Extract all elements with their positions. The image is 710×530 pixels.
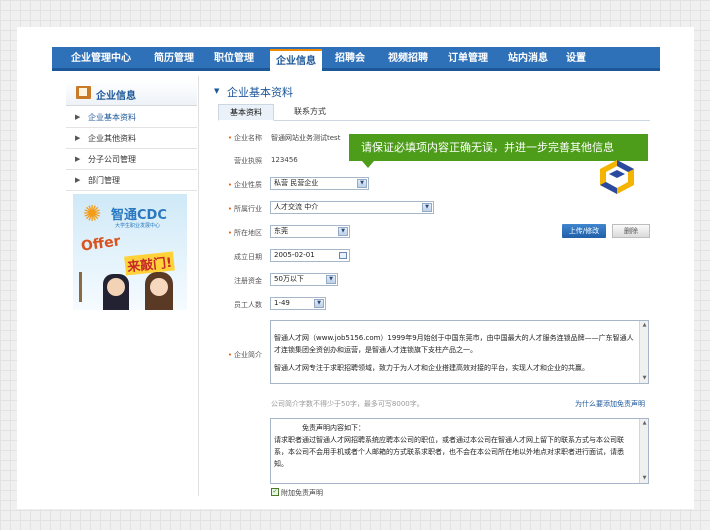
nav-orders[interactable]: 订单管理 — [442, 47, 494, 71]
section-title: 企业基本资料 — [227, 86, 293, 99]
chevron-down-icon: ▼ — [326, 275, 336, 284]
book-icon — [76, 86, 91, 99]
sidebar-item-basic[interactable]: ▶ 企业基本资料 — [66, 107, 197, 128]
nav-settings[interactable]: 设置 — [558, 47, 594, 71]
disclaimer-title: 免责声明内容如下： — [302, 424, 365, 432]
label-founded: 成立日期 — [234, 253, 262, 261]
chevron-down-icon: ▼ — [338, 227, 348, 236]
disclaimer-scrollbar[interactable]: ▲ ▼ — [639, 419, 648, 483]
intro-paragraph-1: 智通人才网（www.job5156.com）1999年9月始创于中国东莞市，由中… — [274, 334, 634, 354]
capital-select[interactable]: 50万以下 ▼ — [270, 273, 338, 286]
nature-select[interactable]: 私营 民营企业 ▼ — [270, 177, 369, 190]
tab-basic-info[interactable]: 基本资料 — [218, 104, 274, 121]
disclaimer-help-link[interactable]: 为什么要添加免责声明 — [575, 399, 645, 409]
label-company-name: • 企业名称 — [227, 134, 262, 142]
validation-tooltip: 请保证必填项内容正确无误，并进一步完善其他信息 — [349, 134, 648, 161]
chevron-down-icon: ▼ — [357, 179, 367, 188]
banner-subtitle: 大学生职业发展中心 — [115, 223, 161, 229]
arrow-right-icon: ▶ — [75, 134, 81, 142]
signpost-icon — [79, 272, 97, 302]
nav-jobs[interactable]: 职位管理 — [208, 47, 260, 71]
arrow-down-icon: ▼ — [214, 87, 220, 95]
label-nature: • 企业性质 — [227, 181, 262, 189]
scroll-up-icon: ▲ — [642, 420, 647, 426]
nav-resume[interactable]: 简历管理 — [148, 47, 200, 71]
company-name-value: 智通网站业务测试test — [271, 134, 341, 142]
intro-scrollbar[interactable]: ▲ ▼ — [639, 321, 648, 383]
intro-textarea[interactable]: 智通人才网（www.job5156.com）1999年9月始创于中国东莞市，由中… — [270, 320, 649, 384]
label-industry: • 所属行业 — [227, 205, 262, 213]
tooltip-tail — [362, 161, 374, 168]
sidebar-title: 企业信息 — [96, 91, 136, 102]
arrow-right-icon: ▶ — [75, 155, 81, 163]
label-region: • 所在地区 — [227, 229, 262, 237]
delete-logo-button[interactable]: 删除 — [612, 224, 650, 238]
sidebar-item-other[interactable]: ▶ 企业其他资料 — [66, 128, 197, 149]
industry-select[interactable]: 人才交流 中介 ▼ — [270, 201, 434, 214]
person-female-face — [150, 278, 168, 296]
banner-offer: Offer — [80, 233, 122, 255]
nav-video[interactable]: 视频招聘 — [382, 47, 434, 71]
company-logo — [600, 160, 634, 194]
burst-logo-icon: ✺ — [83, 202, 102, 227]
upload-logo-button[interactable]: 上传/修改 — [562, 224, 606, 238]
column-divider — [198, 76, 199, 496]
tab-bar: 基本资料 联系方式 — [218, 104, 650, 121]
label-staff: 员工人数 — [234, 301, 262, 309]
arrow-right-icon: ▶ — [75, 176, 81, 184]
sidebar-item-departments[interactable]: ▶ 部门管理 — [66, 170, 197, 191]
chevron-down-icon: ▼ — [422, 203, 432, 212]
region-select[interactable]: 东莞 ▼ — [270, 225, 350, 238]
banner-brand: 智通CDC — [111, 208, 167, 223]
intro-length-hint: 公司简介字数不得少于50字，最多可写8000字。 — [271, 400, 424, 408]
sidebar-item-branches[interactable]: ▶ 分子公司管理 — [66, 149, 197, 170]
disclaimer-checkbox[interactable]: ✓ — [271, 488, 279, 496]
intro-paragraph-2: 智通人才网专注于求职招聘领域，致力于为人才和企业搭建高效对接的平台，实现人才和企… — [274, 364, 589, 372]
disclaimer-text: 请求职者通过智通人才网招聘系统应聘本公司的职位，或者通过本公司在智通人才网上留下… — [274, 436, 624, 468]
founded-date-input[interactable]: 2005-02-01 — [270, 249, 350, 262]
scroll-down-icon: ▼ — [642, 375, 647, 381]
banner-slogan: 来敲门! — [124, 251, 175, 276]
scroll-down-icon: ▼ — [642, 475, 647, 481]
arrow-right-icon: ▶ — [75, 113, 81, 121]
disclaimer-checkbox-label: 附加免责声明 — [281, 489, 323, 497]
cdc-banner[interactable]: ✺ 智通CDC 大学生职业发展中心 Offer 来敲门! — [73, 194, 187, 310]
license-value: 123456 — [271, 156, 298, 164]
person-male-face — [107, 278, 125, 296]
nav-job-fair[interactable]: 招聘会 — [328, 47, 372, 71]
tab-contact[interactable]: 联系方式 — [278, 104, 342, 121]
nav-company-info[interactable]: 企业信息 — [270, 49, 322, 71]
label-capital: 注册资金 — [234, 277, 262, 285]
chevron-down-icon: ▼ — [314, 299, 324, 308]
sidebar-header: 企业信息 — [66, 80, 197, 106]
label-license: 营业执照 — [234, 157, 262, 165]
scroll-up-icon: ▲ — [642, 322, 647, 328]
nav-messages[interactable]: 站内消息 — [502, 47, 554, 71]
disclaimer-textarea[interactable]: 免责声明内容如下： 请求职者通过智通人才网招聘系统应聘本公司的职位，或者通过本公… — [270, 418, 649, 484]
staff-select[interactable]: 1-49 ▼ — [270, 297, 326, 310]
label-intro: • 企业简介 — [227, 351, 262, 359]
top-nav: 企业管理中心 简历管理 职位管理 企业信息 招聘会 视频招聘 订单管理 站内消息… — [52, 47, 660, 71]
nav-company-center[interactable]: 企业管理中心 — [70, 47, 132, 71]
calendar-icon[interactable] — [339, 252, 347, 259]
